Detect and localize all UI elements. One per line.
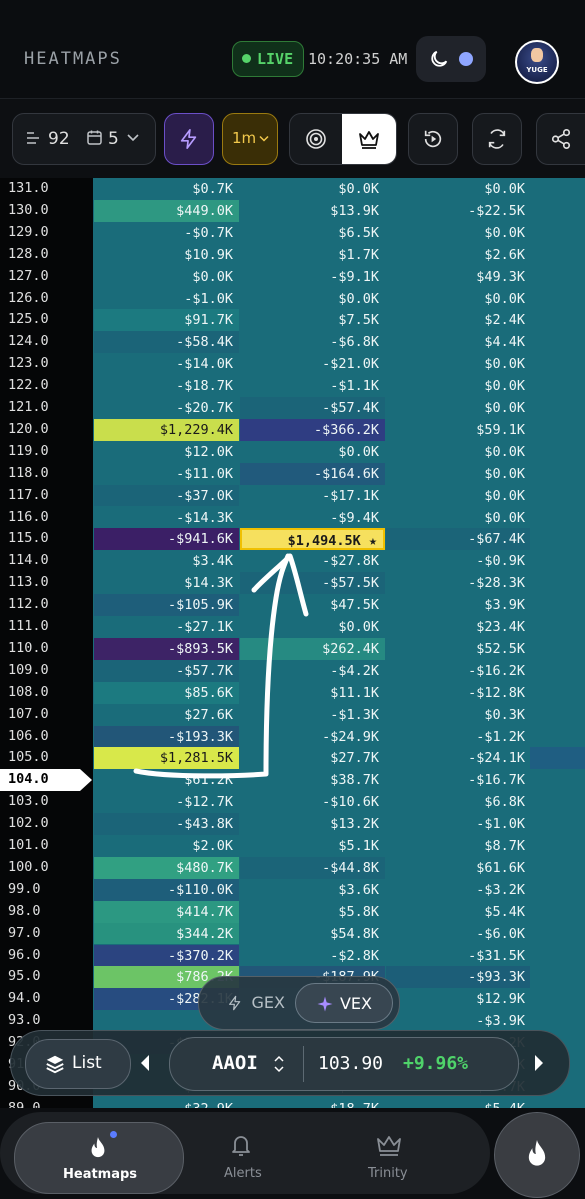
interval-selector[interactable]: 1m: [222, 113, 278, 165]
interval-label: 1m: [232, 129, 257, 147]
moon-icon: [431, 50, 448, 67]
share-icon: [551, 129, 571, 149]
gex-label: GEX: [251, 993, 285, 1012]
theme-toggle[interactable]: [416, 36, 486, 82]
ticker-symbol: AAOI: [212, 1052, 258, 1074]
ticker-selector[interactable]: AAOI 103.90 +9.96%: [169, 1037, 519, 1091]
vex-label: VEX: [339, 994, 372, 1013]
fire-fab-button[interactable]: [494, 1112, 580, 1198]
refresh-icon: [488, 129, 506, 149]
flame-icon: [528, 1140, 546, 1166]
gex-vex-switch: GEX VEX: [198, 976, 400, 1030]
toolbar: 92 5 1m: [0, 98, 585, 179]
refresh-button[interactable]: [472, 113, 522, 165]
theme-dot-icon: [459, 52, 473, 66]
list-label: List: [72, 1053, 102, 1073]
chevron-down-icon: [127, 134, 139, 142]
range-selector[interactable]: 92 5: [12, 113, 156, 165]
gex-tab[interactable]: GEX: [211, 985, 291, 1021]
ticker-change: +9.96%: [403, 1053, 469, 1074]
prev-ticker-icon[interactable]: [139, 1054, 151, 1072]
rows-icon: [27, 132, 39, 144]
share-button[interactable]: [536, 113, 585, 165]
lightning-button[interactable]: [164, 113, 214, 165]
rows-count: 92: [48, 129, 70, 149]
list-button[interactable]: List: [25, 1039, 131, 1089]
replay-button[interactable]: [408, 113, 458, 165]
target-view-button[interactable]: [290, 114, 342, 164]
nav-item-alerts[interactable]: Alerts: [200, 1122, 284, 1192]
avatar-text: YUGE: [526, 66, 548, 74]
clock: 10:20:35 AM: [308, 50, 408, 68]
sort-chevrons-icon: [274, 1055, 284, 1073]
view-toggle: [289, 113, 397, 165]
nav-label-trinity: Trinity: [368, 1166, 408, 1181]
ticker-divider: [303, 1046, 304, 1082]
vex-tab[interactable]: VEX: [295, 983, 393, 1023]
nav-pill: Heatmaps Alerts Trinity: [0, 1112, 490, 1194]
ticker-price: 103.90: [318, 1053, 384, 1074]
bottom-nav: Heatmaps Alerts Trinity: [0, 1108, 585, 1199]
sparkle-icon: [317, 996, 333, 1012]
flame-icon: [91, 1137, 105, 1158]
replay-icon: [424, 130, 442, 148]
live-dot-icon: [242, 54, 251, 63]
nav-label-alerts: Alerts: [224, 1166, 262, 1181]
avatar-face-icon: [531, 48, 543, 62]
notification-dot-icon: [110, 1131, 117, 1138]
calendar-icon: [87, 130, 102, 145]
crown-view-button[interactable]: [342, 114, 396, 164]
nav-label-heatmaps: Heatmaps: [63, 1167, 138, 1182]
next-ticker-icon[interactable]: [533, 1054, 545, 1072]
ticker-bar: List AAOI 103.90 +9.96%: [10, 1030, 570, 1096]
layers-icon: [46, 1055, 64, 1074]
top-bar: HEATMAPS LIVE 10:20:35 AM YUGE: [0, 0, 585, 98]
chevron-down-icon: [259, 135, 269, 142]
crown-icon: [377, 1136, 401, 1156]
bell-icon: [232, 1136, 250, 1156]
crown-icon: [359, 131, 379, 149]
avatar[interactable]: YUGE: [515, 40, 559, 84]
nav-item-heatmaps[interactable]: Heatmaps: [14, 1122, 184, 1194]
app-title: HEATMAPS: [24, 49, 122, 69]
live-badge: LIVE: [232, 41, 305, 77]
nav-item-trinity[interactable]: Trinity: [346, 1122, 436, 1192]
target-icon: [306, 129, 326, 149]
days-count: 5: [108, 129, 119, 149]
lightning-icon: [229, 995, 241, 1011]
live-label: LIVE: [257, 50, 294, 68]
lightning-icon: [180, 129, 197, 149]
